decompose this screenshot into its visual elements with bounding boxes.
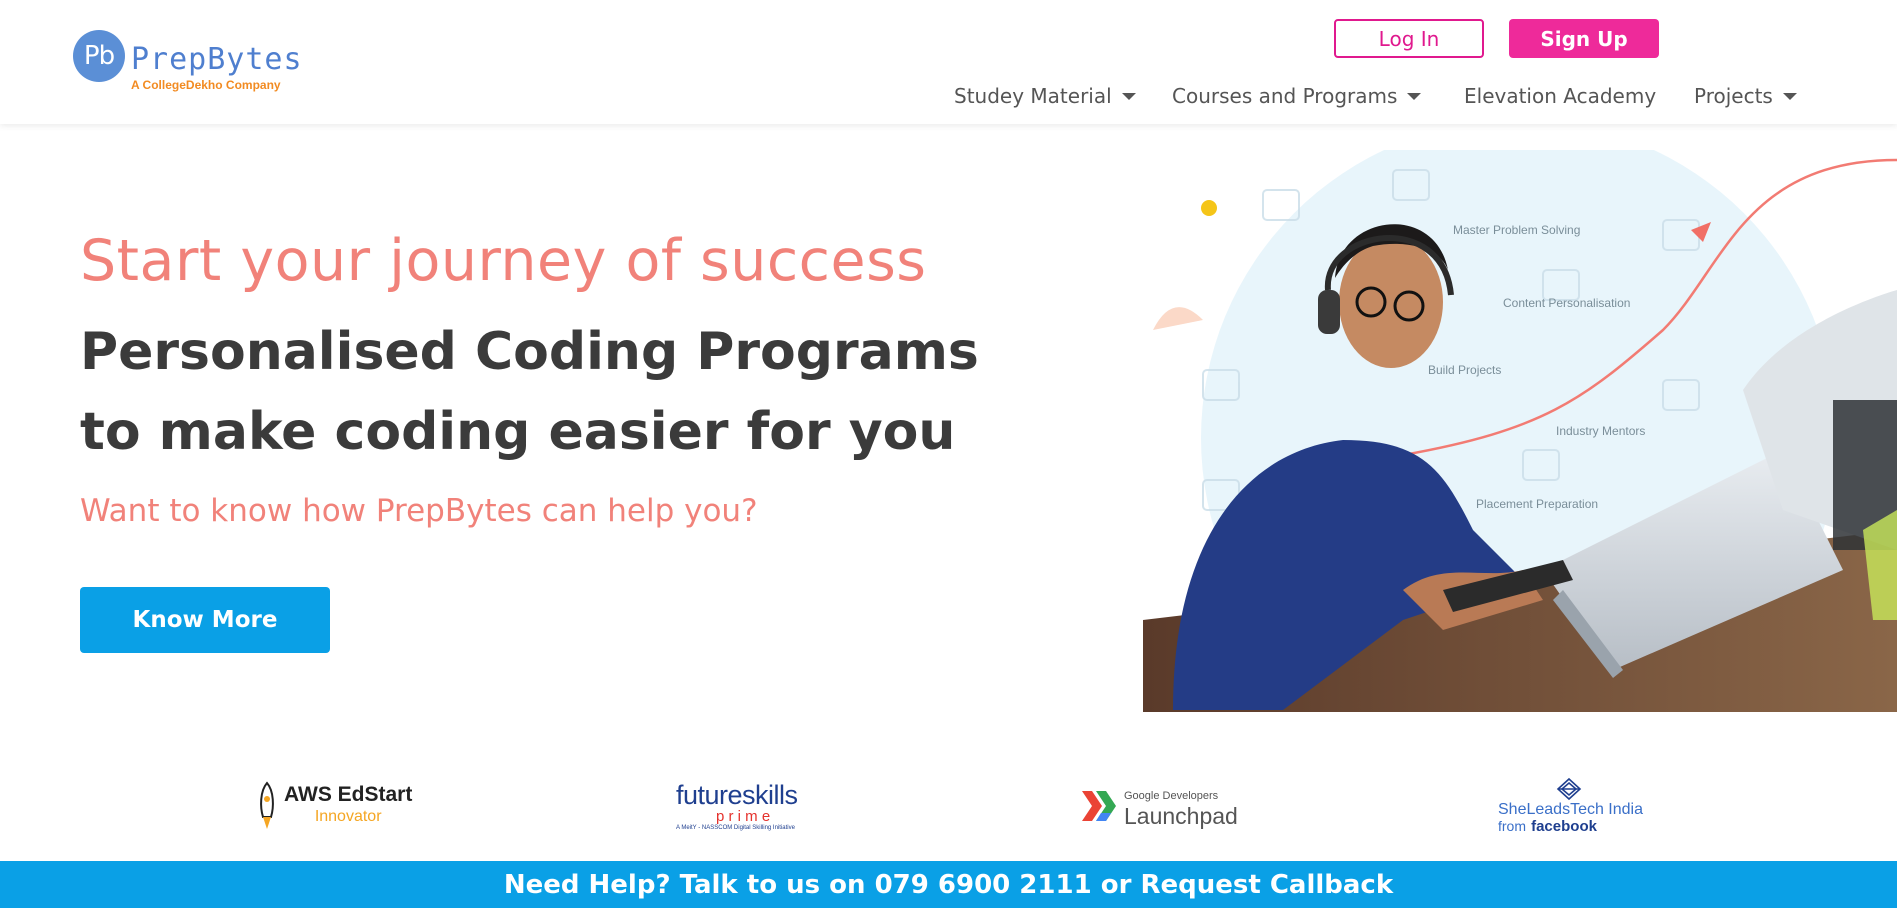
signup-button[interactable]: Sign Up <box>1509 19 1659 58</box>
aws-edstart-title: AWS EdStart <box>284 783 413 806</box>
prepbytes-logo[interactable]: Pb PrepBytes A CollegeDekho Company <box>73 30 313 96</box>
nav-item-study-material[interactable]: Studey Material <box>954 82 1136 110</box>
hero-title-line-2: to make coding easier for you <box>80 402 956 462</box>
nav-item-label: Studey Material <box>954 84 1112 108</box>
chevron-down-icon <box>1407 92 1422 100</box>
sheleadstech-logo: SheLeadsTech India from facebook <box>1498 775 1643 837</box>
futureskills-subtitle: p r i m e <box>716 808 771 825</box>
headphones-icon <box>1318 290 1340 334</box>
logo-mark-icon: Pb <box>73 30 125 82</box>
nav-item-label: Elevation Academy <box>1464 84 1657 108</box>
nav-item-label: Projects <box>1694 84 1773 108</box>
chevron-down-icon <box>1121 92 1136 100</box>
illustration-label: Build Projects <box>1428 363 1501 377</box>
sheleadstech-title: SheLeadsTech India <box>1498 801 1643 818</box>
illustration-label: Industry Mentors <box>1556 424 1645 438</box>
chevron-down-icon <box>1782 92 1797 100</box>
nav-item-projects[interactable]: Projects <box>1694 82 1797 110</box>
launchpad-chevron-icon <box>1082 791 1116 821</box>
logo-subtitle: A CollegeDekho Company <box>131 78 281 92</box>
aws-edstart-logo: AWS EdStart Innovator <box>256 775 412 837</box>
futureskills-title: futureskills <box>676 780 798 810</box>
facebook-wordmark: facebook <box>1531 818 1597 835</box>
launchpad-label: Launchpad <box>1124 803 1238 829</box>
site-header: Pb PrepBytes A CollegeDekho Company Log … <box>0 0 1897 124</box>
hero-illustration: Master Problem Solving Content Personali… <box>1143 150 1897 712</box>
yellow-dot-icon <box>1201 200 1217 216</box>
illustration-label: Placement Preparation <box>1476 497 1598 511</box>
aws-edstart-subtitle: Innovator <box>314 808 382 825</box>
hero-pretitle: Start your journey of success <box>80 228 927 294</box>
nav-item-courses-and-programs[interactable]: Courses and Programs <box>1172 82 1422 110</box>
futureskills-note: A MeitY - NASSCOM Digital Skilling Initi… <box>676 825 795 831</box>
rocket-icon <box>260 781 274 829</box>
hero-question: Want to know how PrepBytes can help you? <box>80 493 758 529</box>
futureskills-prime-logo: futureskills p r i m e A MeitY - NASSCOM… <box>676 775 798 837</box>
partner-logos: AWS EdStart Innovator futureskills p r i… <box>0 775 1897 837</box>
google-launchpad-logo: Google Developers Launchpad <box>1082 775 1238 837</box>
hero-illustration-svg: Master Problem Solving Content Personali… <box>1143 150 1897 712</box>
illustration-label: Master Problem Solving <box>1453 223 1580 237</box>
sheleadstech-emblem-icon <box>1556 777 1582 801</box>
sheleadstech-from: from <box>1498 818 1526 834</box>
logo-name: PrepBytes <box>131 42 303 77</box>
nav-item-label: Courses and Programs <box>1172 84 1398 108</box>
login-button[interactable]: Log In <box>1334 19 1484 58</box>
help-callback-bar[interactable]: Need Help? Talk to us on 079 6900 2111 o… <box>0 861 1897 908</box>
nav-item-elevation-academy[interactable]: Elevation Academy <box>1464 82 1656 110</box>
know-more-button[interactable]: Know More <box>80 587 330 653</box>
illustration-label: Content Personalisation <box>1503 296 1630 310</box>
hero-title-line-1: Personalised Coding Programs <box>80 322 979 382</box>
person-face <box>1339 236 1443 368</box>
hero-title: Personalised Coding Programs to make cod… <box>80 312 979 472</box>
